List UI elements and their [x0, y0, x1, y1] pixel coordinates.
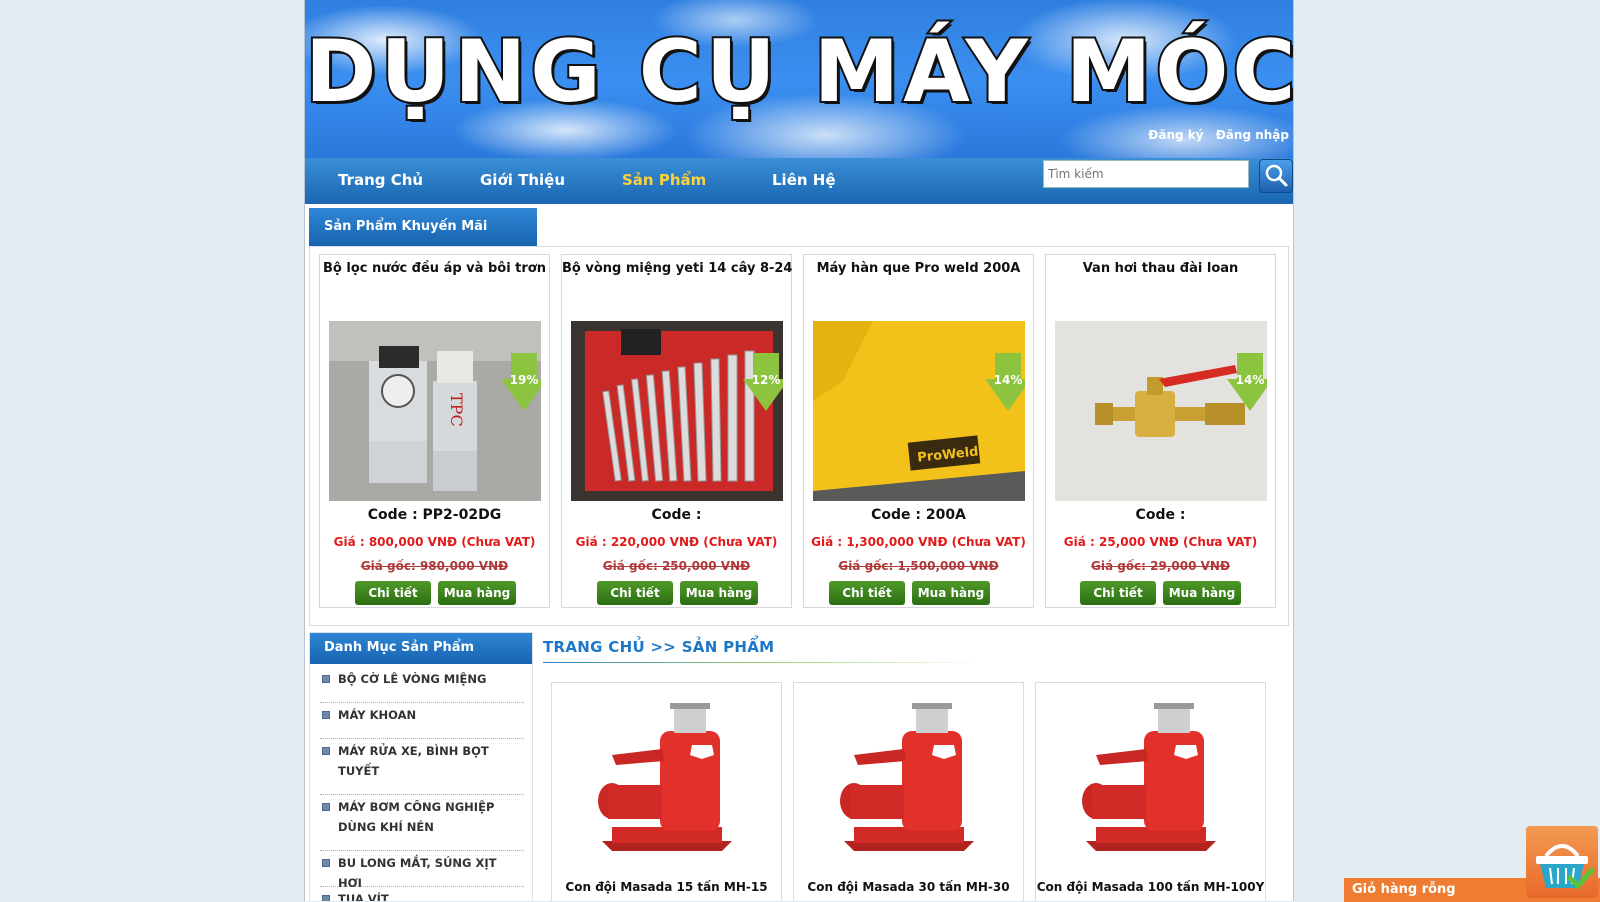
- product-image[interactable]: [582, 701, 752, 859]
- cart-widget[interactable]: Giỏ hàng rỗng: [1344, 826, 1600, 902]
- product-card[interactable]: Con đội Masada 15 tấn MH-15: [551, 682, 782, 901]
- product-name[interactable]: Con đội Masada 15 tấn MH-15: [552, 880, 781, 894]
- promo-original-price: Giá gốc: 980,000 VNĐ: [360, 559, 509, 573]
- discount-badge: 14%: [1227, 353, 1267, 411]
- category-item[interactable]: BỘ CỜ LÊ VÒNG MIỆNG: [320, 669, 524, 703]
- auth-links: Đăng ký Đăng nhập: [1140, 128, 1289, 142]
- search-button[interactable]: [1259, 159, 1293, 193]
- header-banner: DỤNG CỤ MÁY MÓC Đăng ký Đăng nhập: [305, 0, 1293, 158]
- promo-original-price: Giá gốc: 250,000 VNĐ: [602, 559, 751, 573]
- plus-icon: [322, 859, 330, 867]
- svg-text:TPC: TPC: [447, 393, 466, 427]
- page-container: DỤNG CỤ MÁY MÓC Đăng ký Đăng nhập Trang …: [304, 0, 1294, 901]
- nav-item-contact[interactable]: Liên Hệ: [772, 171, 836, 189]
- category-sidebar: BỘ CỜ LÊ VÒNG MIỆNG MÁY KHOAN MÁY RỬA XE…: [309, 632, 533, 901]
- promo-price: Giá : 25,000 VNĐ (Chưa VAT): [1063, 535, 1258, 549]
- promo-original-price: Giá gốc: 1,500,000 VNĐ: [838, 559, 999, 573]
- promo-card: Máy hàn que Pro weld 200A ProWeld 14% Co…: [803, 254, 1034, 608]
- category-item[interactable]: MÁY RỬA XE, BÌNH BỌT TUYẾT: [320, 741, 524, 795]
- plus-icon: [322, 675, 330, 683]
- buy-button[interactable]: Mua hàng: [912, 581, 990, 605]
- category-item[interactable]: MÁY KHOAN: [320, 705, 524, 739]
- promo-code: Code : 200A: [871, 507, 966, 523]
- promo-product-image[interactable]: 12%: [571, 321, 783, 501]
- promo-code: Code : PP2-02DG: [367, 507, 502, 523]
- promo-product-name[interactable]: Máy hàn que Pro weld 200A: [804, 261, 1033, 276]
- plus-icon: [322, 747, 330, 755]
- discount-badge: 19%: [501, 353, 541, 411]
- login-link[interactable]: Đăng nhập: [1216, 128, 1289, 142]
- promo-price: Giá : 800,000 VNĐ (Chưa VAT): [333, 535, 536, 549]
- promo-card: Bộ lọc nước đều áp và bôi trơn TPC 19% C…: [319, 254, 550, 608]
- promo-product-image[interactable]: TPC 19%: [329, 321, 541, 501]
- product-card[interactable]: Con đội Masada 100 tấn MH-100Y: [1035, 682, 1266, 901]
- search-input[interactable]: [1043, 160, 1249, 188]
- product-name[interactable]: Con đội Masada 100 tấn MH-100Y: [1036, 880, 1265, 894]
- cart-status: Giỏ hàng rỗng: [1352, 882, 1456, 897]
- cart-button[interactable]: [1526, 826, 1598, 898]
- promo-price: Giá : 1,300,000 VNĐ (Chưa VAT): [811, 535, 1026, 549]
- category-item[interactable]: MÁY BƠM CÔNG NGHIỆP DÙNG KHÍ NÉN: [320, 797, 524, 851]
- product-name[interactable]: Con đội Masada 30 tấn MH-30: [794, 880, 1023, 894]
- plus-icon: [322, 895, 330, 901]
- plus-icon: [322, 711, 330, 719]
- nav-item-home[interactable]: Trang Chủ: [338, 171, 423, 189]
- product-image[interactable]: [824, 701, 994, 859]
- promo-original-price: Giá gốc: 29,000 VNĐ: [1090, 559, 1231, 573]
- promo-product-name[interactable]: Van hơi thau đài loan: [1046, 261, 1275, 276]
- buy-button[interactable]: Mua hàng: [680, 581, 758, 605]
- site-title: DỤNG CỤ MÁY MÓC: [305, 20, 1294, 124]
- nav-item-products[interactable]: Sản Phẩm: [622, 171, 706, 189]
- promo-product-name[interactable]: Bộ lọc nước đều áp và bôi trơn: [320, 261, 549, 276]
- promo-product-image[interactable]: ProWeld 14%: [813, 321, 1025, 501]
- category-item[interactable]: BU LONG MẮT, SÚNG XỊT HƠI: [320, 853, 524, 890]
- nav-item-about[interactable]: Giới Thiệu: [480, 171, 565, 189]
- buy-button[interactable]: Mua hàng: [438, 581, 516, 605]
- detail-button[interactable]: Chi tiết: [597, 581, 673, 605]
- discount-badge: 14%: [985, 353, 1025, 411]
- promo-product-image[interactable]: 14%: [1055, 321, 1267, 501]
- promo-card: Bộ vòng miệng yeti 14 cây 8-24 12% Code …: [561, 254, 792, 608]
- promo-code: Code :: [1135, 507, 1186, 523]
- promo-section-title: Sản Phẩm Khuyến Mãi: [309, 208, 537, 246]
- category-item[interactable]: TUA VÍT: [320, 889, 524, 901]
- promo-price: Giá : 220,000 VNĐ (Chưa VAT): [575, 535, 778, 549]
- basket-icon: [1536, 844, 1595, 890]
- detail-button[interactable]: Chi tiết: [1080, 581, 1156, 605]
- register-link[interactable]: Đăng ký: [1148, 128, 1203, 142]
- product-image[interactable]: [1066, 701, 1236, 859]
- discount-badge: 12%: [743, 353, 783, 411]
- promo-product-name[interactable]: Bộ vòng miệng yeti 14 cây 8-24: [562, 261, 792, 276]
- promo-card: Van hơi thau đài loan 14% Code : Giá : 2…: [1045, 254, 1276, 608]
- detail-button[interactable]: Chi tiết: [355, 581, 431, 605]
- breadcrumb-divider: [543, 662, 983, 663]
- detail-button[interactable]: Chi tiết: [829, 581, 905, 605]
- breadcrumb[interactable]: TRANG CHỦ >> SẢN PHẨM: [543, 638, 774, 656]
- product-card[interactable]: Con đội Masada 30 tấn MH-30: [793, 682, 1024, 901]
- search-icon: [1265, 164, 1288, 187]
- plus-icon: [322, 803, 330, 811]
- promo-code: Code :: [651, 507, 702, 523]
- buy-button[interactable]: Mua hàng: [1163, 581, 1241, 605]
